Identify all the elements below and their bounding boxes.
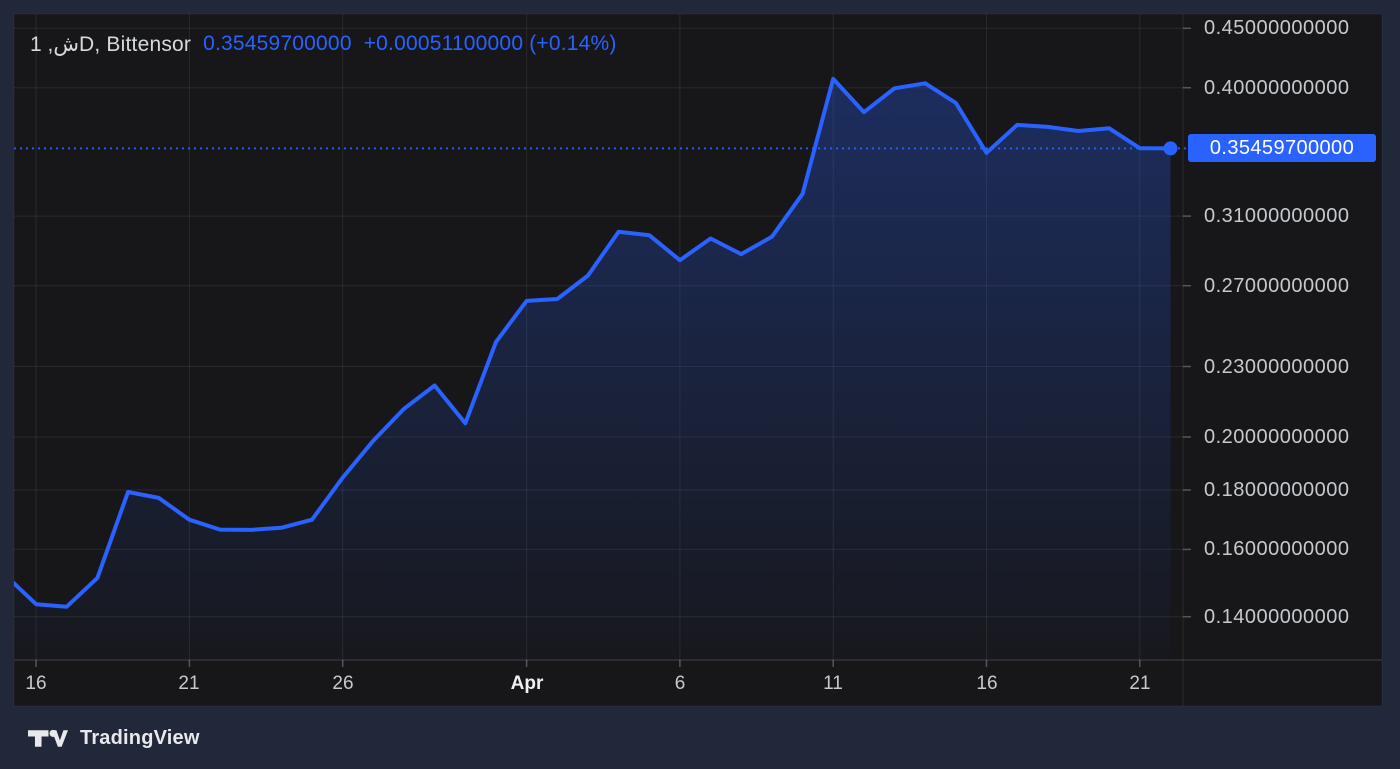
price-chart[interactable] xyxy=(0,0,1400,715)
price-axis-label: 0.40000000000 xyxy=(1204,77,1350,99)
tradingview-brand-text: TradingView xyxy=(80,726,200,749)
time-axis-label: 21 xyxy=(1129,673,1151,694)
symbol-title: ش, 1D, Bittensor xyxy=(30,32,192,56)
price-axis-label: 0.16000000000 xyxy=(1204,538,1350,560)
price-axis-label: 0.27000000000 xyxy=(1204,275,1350,297)
symbol-legend: ش, 1D, Bittensor 0.35459700000 +0.000511… xyxy=(30,31,617,57)
last-point-marker xyxy=(1163,141,1178,156)
tradingview-logo-icon xyxy=(28,729,69,747)
tradingview-widget-page: { "header": { "symbol_title": "ش, 1D, Bi… xyxy=(0,0,1400,769)
price-axis-label: 0.18000000000 xyxy=(1204,479,1350,501)
time-axis-label: 16 xyxy=(25,673,47,694)
time-axis-label: 21 xyxy=(178,673,200,694)
price-axis-label: 0.23000000000 xyxy=(1204,356,1350,378)
price-axis-label: 0.20000000000 xyxy=(1204,426,1350,448)
price-axis-label: 0.45000000000 xyxy=(1204,17,1350,39)
time-axis-label: 11 xyxy=(823,673,843,694)
legend-last-price: 0.35459700000 xyxy=(203,32,352,55)
time-axis-label: Apr xyxy=(510,673,544,694)
tradingview-attribution-link[interactable]: TradingView xyxy=(28,722,200,754)
time-axis-label: 16 xyxy=(976,673,998,694)
current-price-label: 0.35459700000 xyxy=(1188,134,1376,162)
price-axis-label: 0.14000000000 xyxy=(1204,606,1350,628)
legend-change: +0.00051100000 (+0.14%) xyxy=(363,32,617,55)
time-axis-label: 6 xyxy=(674,673,686,694)
time-axis-label: 26 xyxy=(332,673,354,694)
price-axis-label: 0.31000000000 xyxy=(1204,205,1350,227)
